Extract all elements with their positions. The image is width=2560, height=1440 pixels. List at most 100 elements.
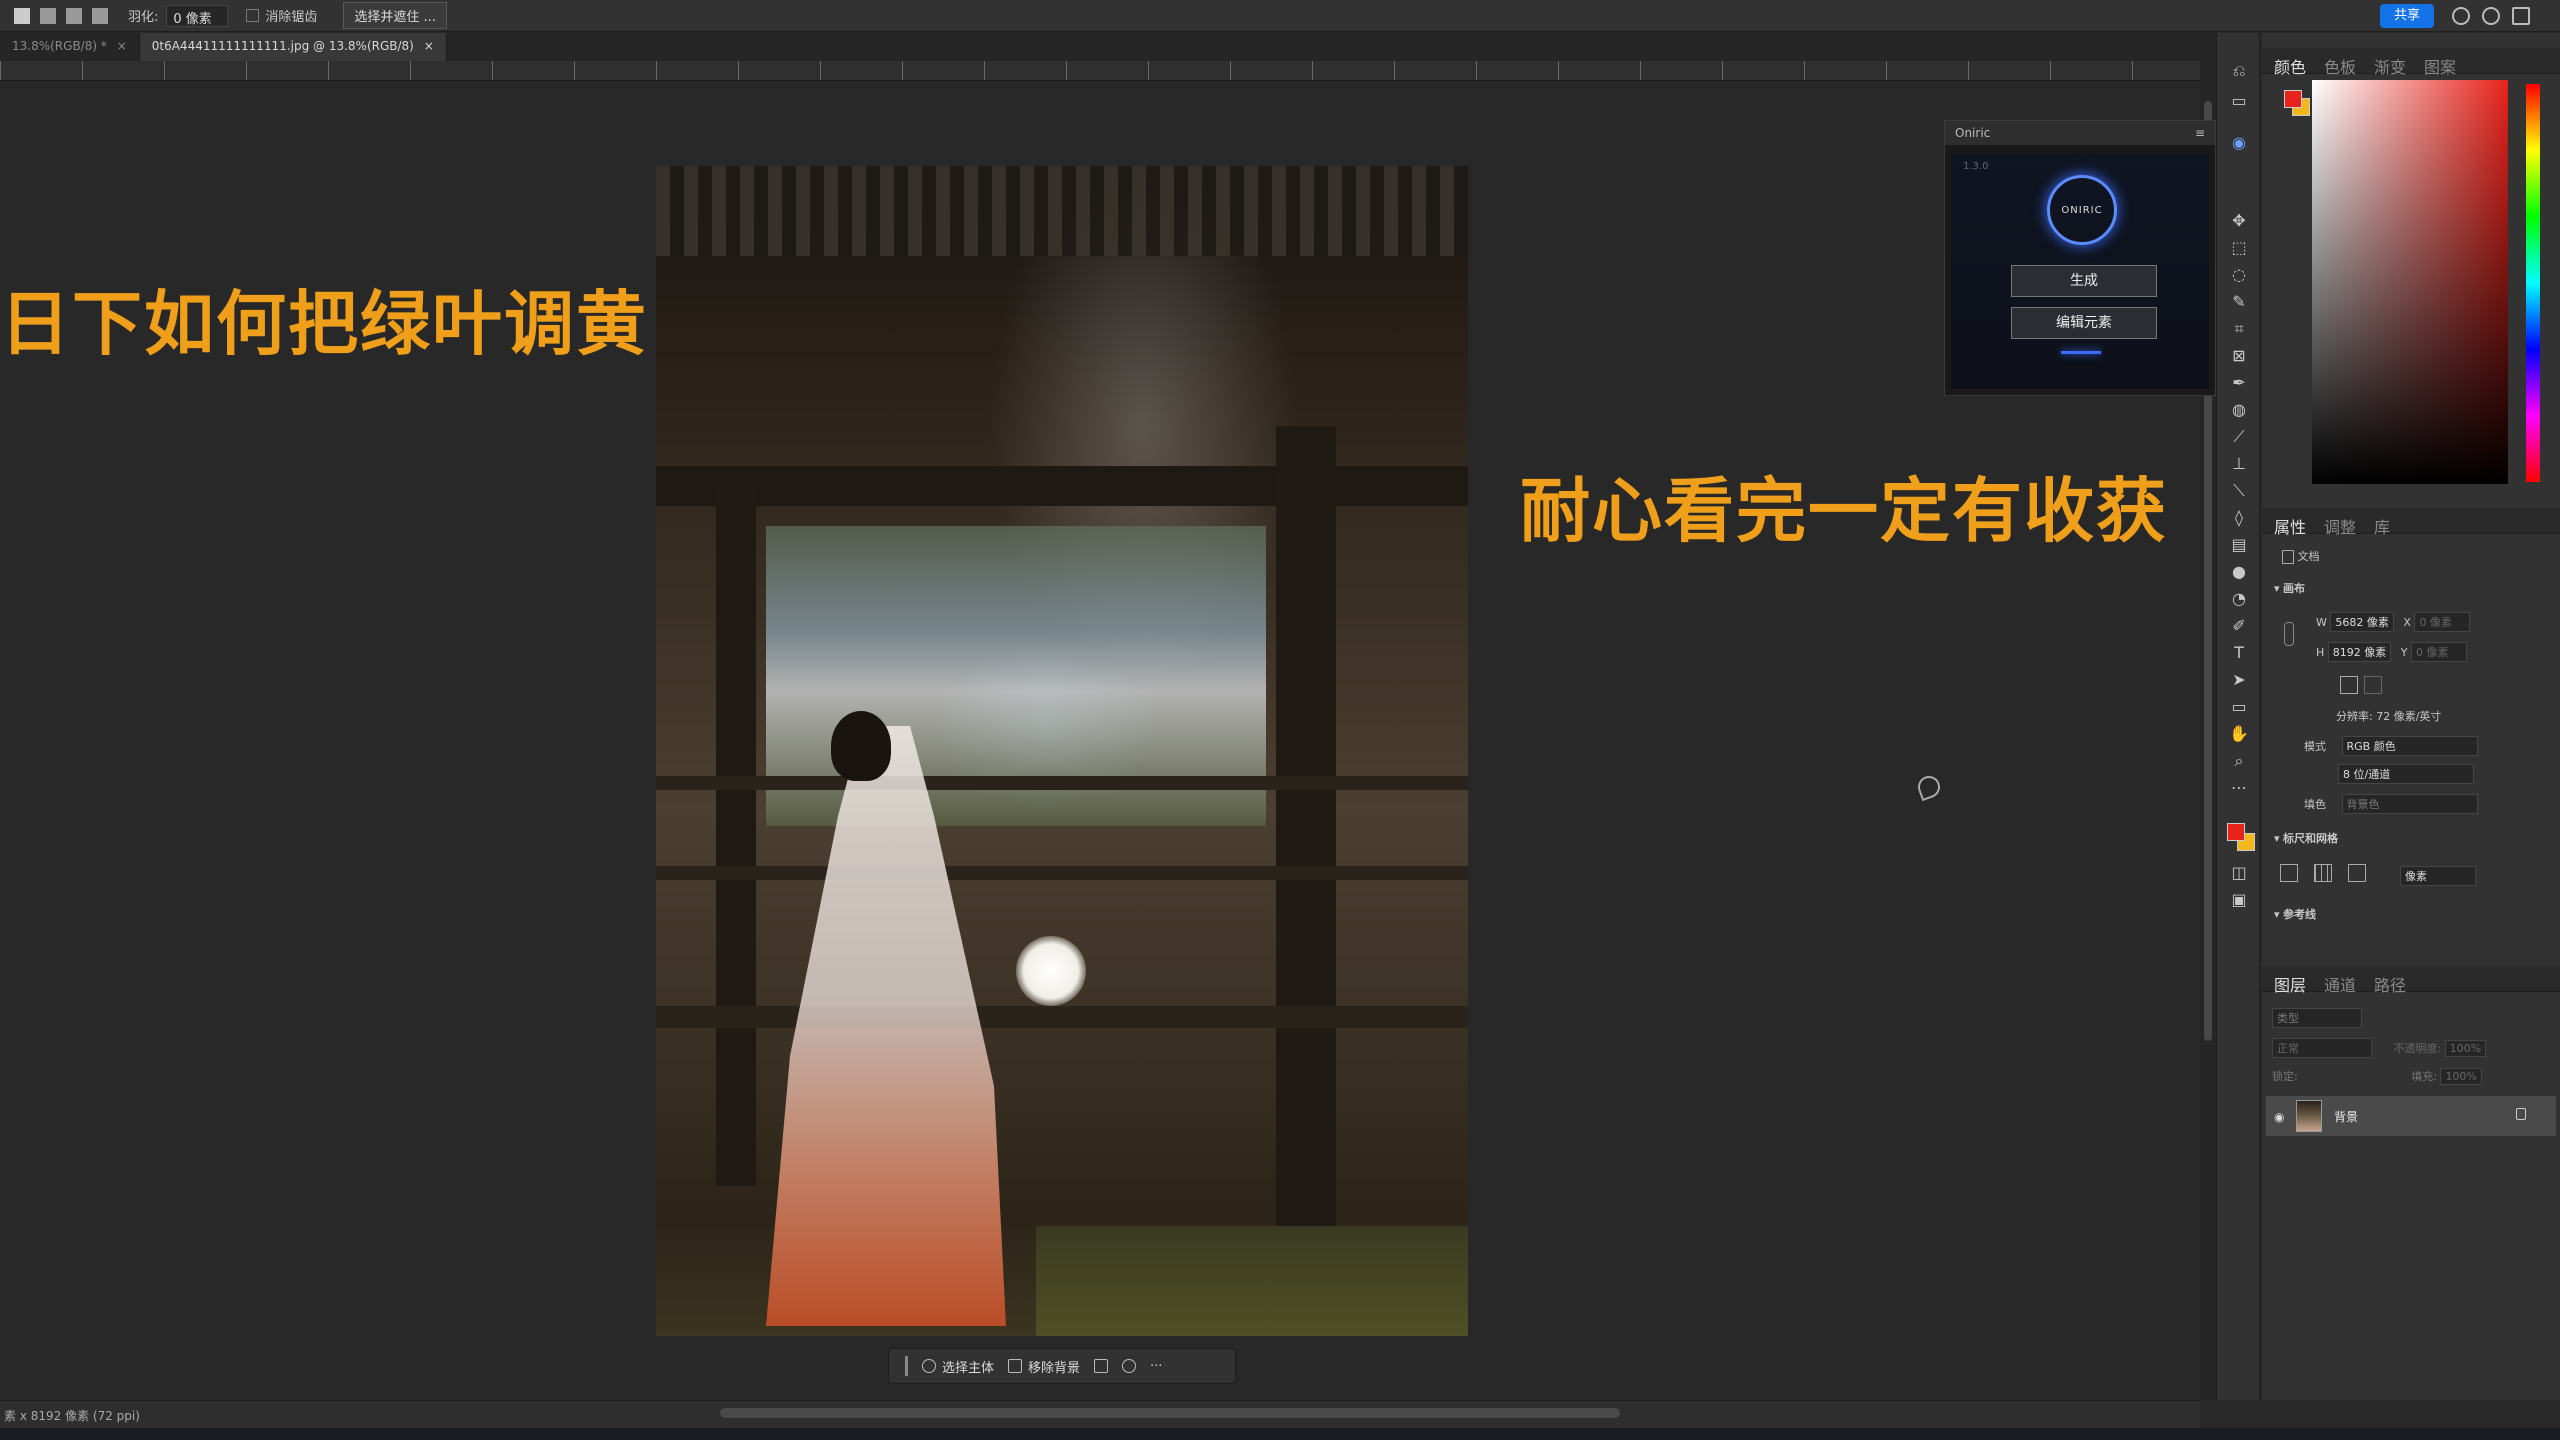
- oniric-plugin-icon[interactable]: ◉: [2229, 133, 2249, 153]
- more-options-icon[interactable]: ···: [1150, 1359, 1162, 1374]
- path-select-icon[interactable]: ➤: [2229, 670, 2249, 690]
- quick-mask-icon[interactable]: ◫: [2229, 863, 2249, 883]
- width-input[interactable]: 5682 像素: [2330, 612, 2394, 632]
- lock-row: 锁定: 填充: 100%: [2272, 1068, 2482, 1085]
- quick-select-icon[interactable]: ✎: [2229, 292, 2249, 312]
- mode-select[interactable]: RGB 颜色: [2341, 736, 2478, 756]
- lasso-tool-icon[interactable]: ◌: [2229, 265, 2249, 285]
- tab-color[interactable]: 颜色: [2274, 54, 2306, 77]
- select-subject-button[interactable]: 选择主体: [922, 1357, 994, 1376]
- select-and-mask-button[interactable]: 选择并遮住 ...: [343, 2, 447, 29]
- subtract-selection-icon[interactable]: [66, 7, 82, 24]
- workspace-icon[interactable]: [2512, 7, 2530, 25]
- tab-gradients[interactable]: 渐变: [2374, 54, 2406, 77]
- crop-tool-icon[interactable]: ⌗: [2229, 319, 2249, 339]
- plugin-version: 1.3.0: [1963, 161, 1989, 172]
- height-input[interactable]: 8192 像素: [2327, 642, 2392, 662]
- new-selection-icon[interactable]: [14, 7, 30, 24]
- tab-channels[interactable]: 通道: [2324, 972, 2356, 995]
- move-tool-icon[interactable]: ✥: [2229, 211, 2249, 231]
- flag-icon[interactable]: [1094, 1359, 1109, 1373]
- blend-mode-select[interactable]: 正常: [2272, 1038, 2372, 1058]
- lock-icon[interactable]: [2516, 1108, 2526, 1120]
- contrast-icon[interactable]: [1122, 1359, 1137, 1373]
- layer-fill-input[interactable]: 100%: [2440, 1068, 2482, 1085]
- type-tool-icon[interactable]: T: [2229, 643, 2249, 663]
- document-tabs: 13.8%(RGB/8) * × 0t6A44411111111111.jpg …: [0, 33, 2220, 61]
- intersect-selection-icon[interactable]: [92, 7, 108, 24]
- x-input[interactable]: 0 像素: [2414, 612, 2471, 632]
- eyedropper-icon[interactable]: ✒: [2229, 373, 2249, 393]
- stamp-tool-icon[interactable]: ⊥: [2229, 454, 2249, 474]
- tab-libraries[interactable]: 库: [2374, 514, 2390, 537]
- document-photo[interactable]: [656, 166, 1468, 1336]
- color-picker-field[interactable]: [2312, 80, 2508, 484]
- canvas-section-header[interactable]: ▾ 画布: [2274, 580, 2305, 596]
- eye-icon[interactable]: ◉: [2274, 1110, 2284, 1124]
- grid-toggle-icon[interactable]: [2314, 864, 2332, 882]
- dodge-tool-icon[interactable]: ◔: [2229, 589, 2249, 609]
- pixel-grid-icon[interactable]: [2348, 864, 2366, 882]
- rulers-section-header[interactable]: ▾ 标尺和网格: [2274, 830, 2338, 846]
- overlay-title-right: 耐心看完一定有收获: [1520, 470, 2168, 552]
- history-brush-icon[interactable]: ⟍: [2229, 481, 2249, 501]
- shape-tool-icon[interactable]: ▭: [2229, 697, 2249, 717]
- portrait-icon[interactable]: [2340, 676, 2358, 694]
- drag-handle[interactable]: [905, 1356, 908, 1376]
- more-tools-icon[interactable]: ⋯: [2229, 778, 2249, 798]
- share-button[interactable]: 共享: [2380, 4, 2434, 28]
- layer-name[interactable]: 背景: [2334, 1108, 2358, 1125]
- layer-filter-input[interactable]: 类型: [2272, 1008, 2362, 1028]
- history-icon[interactable]: ⎌: [2229, 61, 2249, 81]
- ruler-toggle-icon[interactable]: [2280, 864, 2298, 882]
- close-icon[interactable]: ×: [424, 39, 434, 53]
- add-selection-icon[interactable]: [40, 7, 56, 24]
- screen-mode-icon[interactable]: ▣: [2229, 890, 2249, 910]
- edit-element-button[interactable]: 编辑元素: [2011, 307, 2157, 339]
- feather-input[interactable]: 0 像素: [166, 4, 229, 27]
- close-icon[interactable]: ×: [117, 39, 127, 53]
- gradient-tool-icon[interactable]: ▤: [2229, 535, 2249, 555]
- marquee-tool-icon[interactable]: ⬚: [2229, 238, 2249, 258]
- remove-background-button[interactable]: 移除背景: [1008, 1357, 1080, 1376]
- photo-lantern: [1016, 936, 1086, 1006]
- horizontal-ruler[interactable]: [0, 61, 2200, 81]
- comment-icon[interactable]: ▭: [2229, 91, 2249, 111]
- plugin-header[interactable]: Oniric ≡: [1945, 121, 2215, 145]
- blur-tool-icon[interactable]: ●: [2229, 562, 2249, 582]
- panel-foreground-swatch[interactable]: [2284, 90, 2302, 108]
- brush-tool-icon[interactable]: ⟋: [2229, 427, 2249, 447]
- mode-label: 模式: [2304, 740, 2326, 753]
- zoom-tool-icon[interactable]: ⌕: [2229, 751, 2249, 771]
- hand-tool-icon[interactable]: ✋: [2229, 724, 2249, 744]
- tab-adjustments[interactable]: 调整: [2324, 514, 2356, 537]
- frame-tool-icon[interactable]: ⊠: [2229, 346, 2249, 366]
- landscape-icon[interactable]: [2364, 676, 2382, 694]
- fill-select[interactable]: 背景色: [2341, 794, 2478, 814]
- tab-patterns[interactable]: 图案: [2424, 54, 2456, 77]
- antialias-checkbox[interactable]: [246, 9, 260, 22]
- unit-select[interactable]: 像素: [2400, 866, 2476, 886]
- opacity-input[interactable]: 100%: [2444, 1040, 2487, 1057]
- pen-tool-icon[interactable]: ✐: [2229, 616, 2249, 636]
- generate-button[interactable]: 生成: [2011, 265, 2157, 297]
- horizontal-scrollbar[interactable]: [720, 1408, 1620, 1418]
- eraser-icon[interactable]: ◊: [2229, 508, 2249, 528]
- healing-brush-icon[interactable]: ◍: [2229, 400, 2249, 420]
- tab-document-2[interactable]: 0t6A44411111111111.jpg @ 13.8%(RGB/8) ×: [139, 33, 447, 61]
- help-icon[interactable]: [2482, 7, 2500, 25]
- bit-depth-select[interactable]: 8 位/通道: [2338, 764, 2474, 784]
- search-icon[interactable]: [2452, 7, 2470, 25]
- guides-section-header[interactable]: ▾ 参考线: [2274, 906, 2316, 922]
- tab-document-1[interactable]: 13.8%(RGB/8) * ×: [0, 33, 140, 61]
- y-input[interactable]: 0 像素: [2411, 642, 2468, 662]
- panel-menu-icon[interactable]: ≡: [2195, 126, 2205, 140]
- tab-paths[interactable]: 路径: [2374, 972, 2406, 995]
- link-icon[interactable]: [2284, 622, 2294, 646]
- tab-swatches[interactable]: 色板: [2324, 54, 2356, 77]
- width-label: W: [2316, 616, 2327, 629]
- hue-slider[interactable]: [2526, 84, 2540, 482]
- foreground-color-swatch[interactable]: [2227, 823, 2245, 841]
- tab-properties[interactable]: 属性: [2274, 514, 2306, 537]
- tab-layers[interactable]: 图层: [2274, 972, 2306, 995]
